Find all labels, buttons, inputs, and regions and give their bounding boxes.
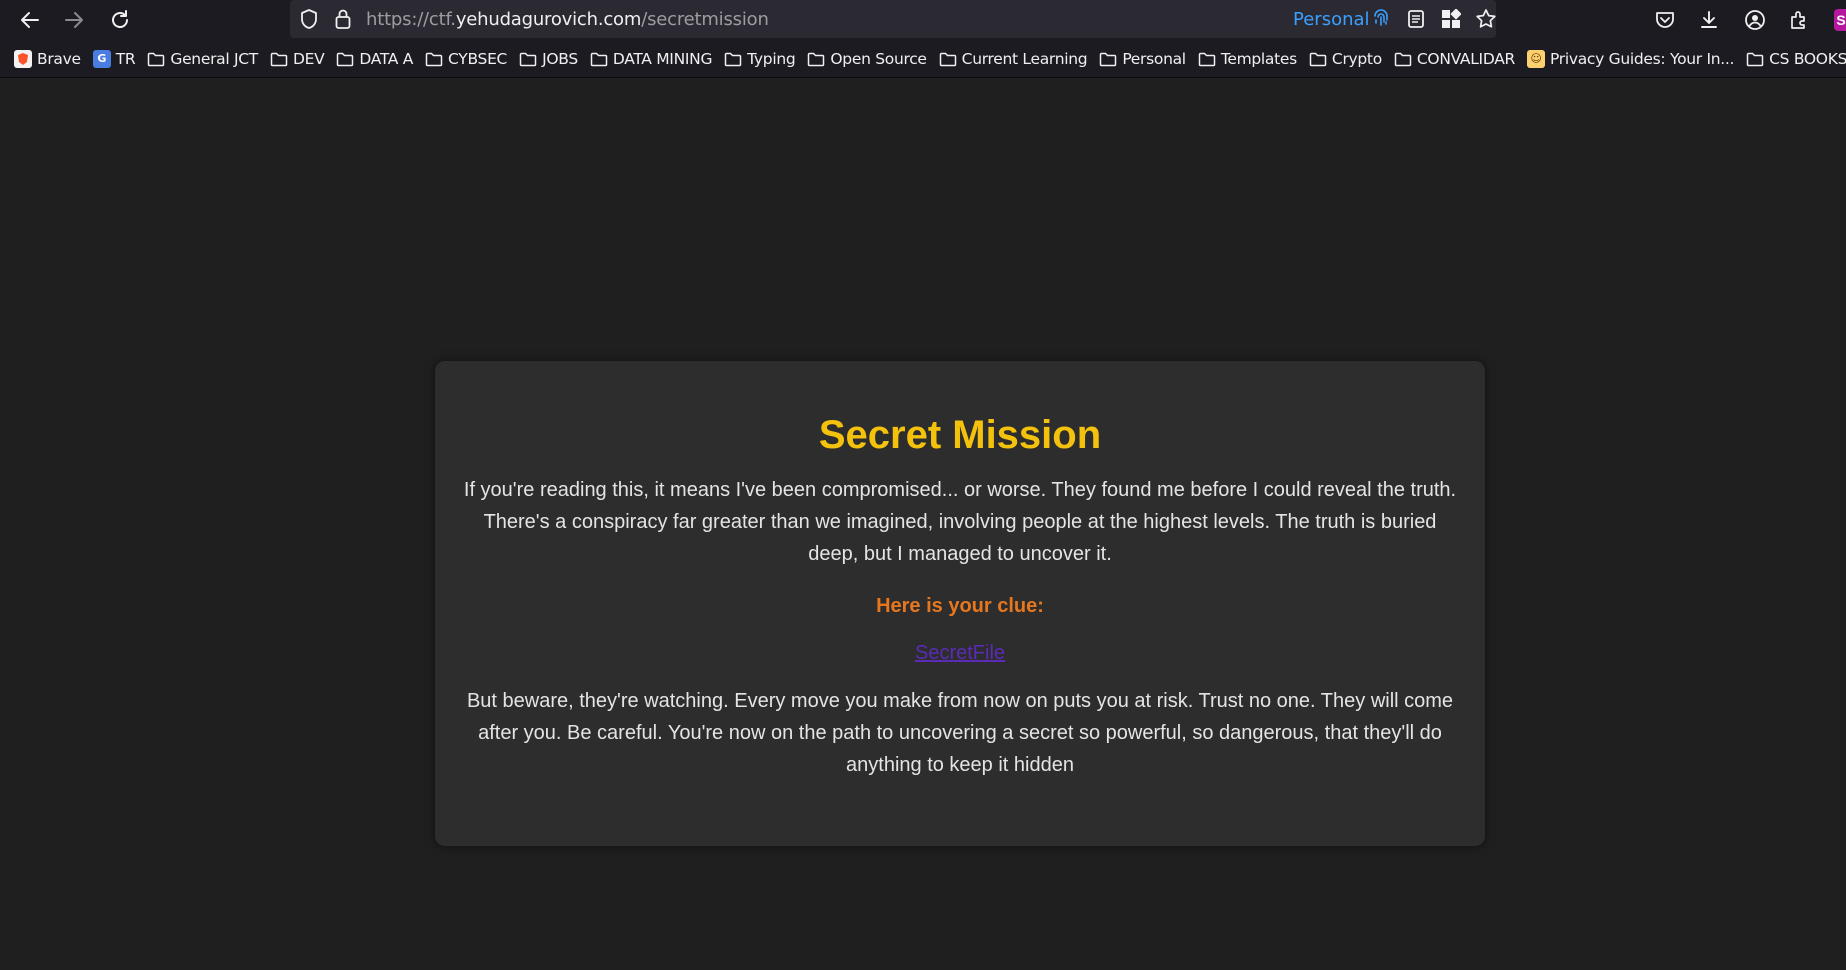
bookmark-label: Crypto <box>1331 49 1382 68</box>
profile-avatar[interactable]: S <box>1834 9 1846 31</box>
folder-icon <box>519 52 537 66</box>
privacy-guides-favicon: ☺ <box>1526 49 1545 68</box>
secret-file-link[interactable]: SecretFile <box>915 642 1005 664</box>
bookmark-privacy-guides[interactable]: ☺ Privacy Guides: Your In... <box>1526 49 1735 68</box>
back-icon[interactable] <box>16 6 44 34</box>
folder-icon <box>939 52 956 66</box>
url-bar[interactable]: https://ctf.yehudagurovich.com/secretmis… <box>290 0 1496 38</box>
folder-icon <box>270 52 288 66</box>
folder-icon <box>337 52 354 66</box>
bookmark-label: Templates <box>1220 49 1297 68</box>
translate-favicon: G <box>92 49 111 68</box>
bookmark-current-learning[interactable]: Current Learning <box>939 50 1088 68</box>
shield-icon[interactable] <box>298 8 320 30</box>
bookmark-label: General JCT <box>170 49 258 68</box>
bookmark-label: Current Learning <box>961 49 1088 68</box>
extensions-icon[interactable] <box>1786 7 1812 33</box>
bookmark-personal[interactable]: Personal <box>1099 50 1186 68</box>
bookmark-label: JOBS <box>542 49 578 68</box>
intro-paragraph: If you're reading this, it means I've be… <box>463 479 1457 565</box>
bookmark-label: DEV <box>292 49 325 68</box>
bookmark-label: Typing <box>747 49 796 68</box>
pocket-icon[interactable] <box>1652 7 1678 33</box>
bookmark-typing[interactable]: Typing <box>724 49 796 68</box>
warning-paragraph: But beware, they're watching. Every move… <box>466 690 1454 776</box>
mission-card: Secret Mission If you're reading this, i… <box>435 361 1485 846</box>
bookmark-label: Personal <box>1122 49 1186 68</box>
folder-icon <box>1746 52 1764 66</box>
bookmark-data-a[interactable]: DATA A <box>336 50 413 68</box>
bookmark-data-mining[interactable]: DATA MINING <box>590 50 712 68</box>
folder-icon <box>590 52 608 66</box>
download-icon[interactable] <box>1696 7 1722 33</box>
bookmark-label: TR <box>115 49 136 68</box>
forward-icon[interactable] <box>60 6 88 34</box>
bookmark-label: CS BOOKS <box>1769 49 1846 68</box>
bookmark-crypto[interactable]: Crypto <box>1309 50 1382 68</box>
url-prefix: https://ctf. <box>366 9 456 30</box>
url-host: yehudagurovich.com <box>455 9 642 30</box>
folder-icon <box>1309 52 1327 66</box>
bookmark-general-jct[interactable]: General JCT <box>147 50 258 68</box>
bookmark-jobs[interactable]: JOBS <box>519 50 578 68</box>
bookmarks-bar: Brave G TR General JCT DEV DATA A CYBSEC… <box>0 40 1846 78</box>
reader-view-icon[interactable] <box>1405 8 1427 30</box>
url-path: /secretmission <box>641 9 769 30</box>
grid-icon[interactable] <box>1440 8 1462 30</box>
bookmark-tr[interactable]: G TR <box>92 49 136 68</box>
bookmark-label: Open Source <box>830 49 927 68</box>
bookmark-convalidar[interactable]: CONVALIDAR <box>1394 50 1515 68</box>
url-text[interactable]: https://ctf.yehudagurovich.com/secretmis… <box>366 9 769 30</box>
folder-icon <box>1198 52 1216 66</box>
fingerprint-icon[interactable] <box>1370 8 1392 30</box>
bookmark-label: CONVALIDAR <box>1416 49 1515 68</box>
bookmark-label: CYBSEC <box>448 49 508 68</box>
folder-icon <box>1100 52 1117 66</box>
folder-icon <box>724 52 742 66</box>
bookmark-label: DATA A <box>359 49 414 68</box>
bookmark-cybsec[interactable]: CYBSEC <box>425 50 507 68</box>
lock-icon[interactable] <box>332 8 354 30</box>
clue-link-wrapper: SecretFile <box>461 642 1459 665</box>
clue-label: Here is your clue: <box>876 595 1044 617</box>
container-label[interactable]: Personal <box>1293 9 1370 30</box>
account-icon[interactable] <box>1742 7 1768 33</box>
star-icon[interactable] <box>1475 8 1497 30</box>
folder-icon <box>148 52 165 66</box>
bookmark-label: Brave <box>37 49 81 68</box>
folder-icon <box>425 52 443 66</box>
bookmark-brave[interactable]: Brave <box>14 49 81 68</box>
folder-icon <box>808 52 825 66</box>
bookmark-templates[interactable]: Templates <box>1198 50 1297 68</box>
bookmark-label: DATA MINING <box>612 49 713 68</box>
brave-favicon <box>14 49 32 68</box>
page-title: Secret Mission <box>818 413 1102 457</box>
folder-icon <box>1394 52 1412 66</box>
bookmark-open-source[interactable]: Open Source <box>807 49 927 68</box>
bookmark-cs-books[interactable]: CS BOOKS <box>1746 50 1846 68</box>
browser-toolbar: https://ctf.yehudagurovich.com/secretmis… <box>0 0 1846 40</box>
reload-icon[interactable] <box>106 6 134 34</box>
bookmark-dev[interactable]: DEV <box>270 49 325 68</box>
bookmark-label: Privacy Guides: Your In... <box>1549 49 1735 68</box>
